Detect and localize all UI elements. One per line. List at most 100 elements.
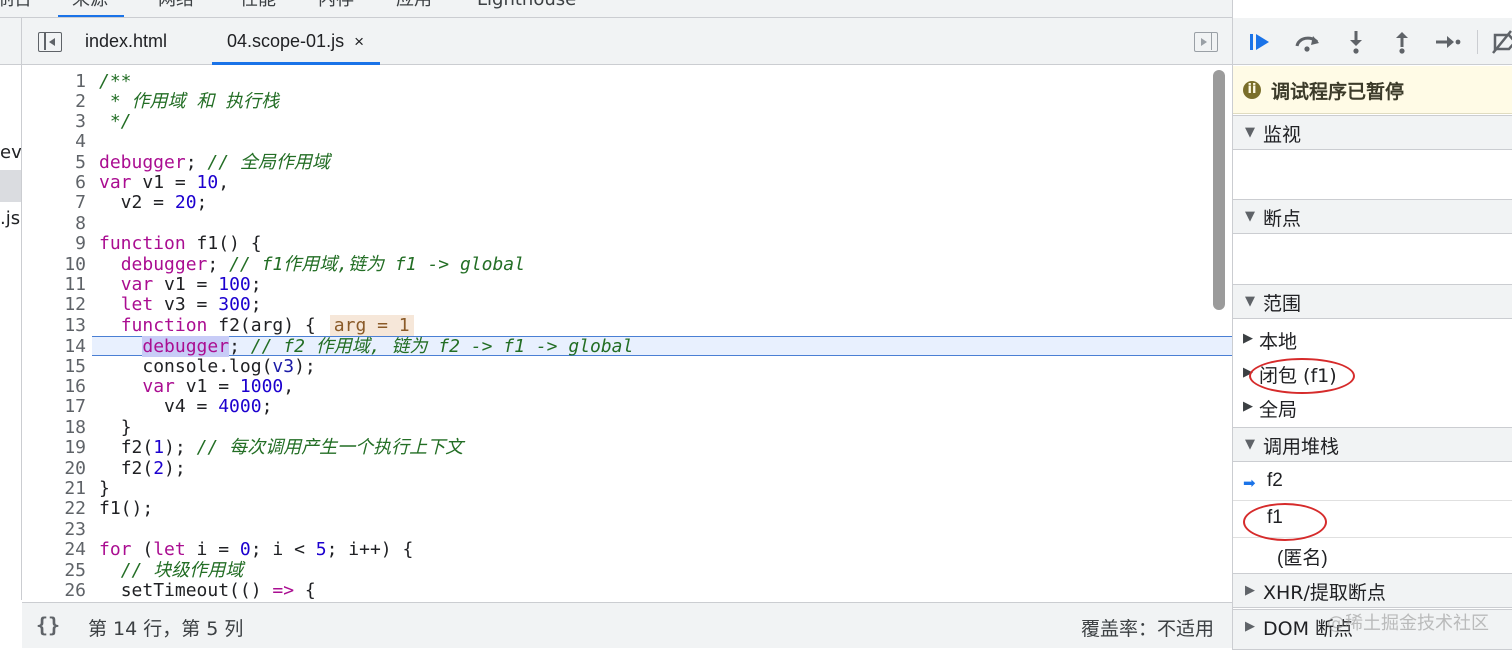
tab-sources[interactable]: 来源 <box>72 0 108 12</box>
code-line: 7 v2 = 20; <box>75 192 208 213</box>
coverage-status: 覆盖率：不适用 <box>1080 618 1214 640</box>
call-frame-f2[interactable]: ➡ f2 <box>1233 465 1512 501</box>
status-bar: {} 第 14 行，第 5 列 覆盖率：不适用 <box>22 602 1232 648</box>
collapsed-arrow-icon: ▶ <box>1243 331 1253 346</box>
tab-index-html[interactable]: index.html <box>85 18 167 65</box>
pretty-print-button[interactable]: {} <box>36 613 60 637</box>
step-into-icon <box>1350 31 1362 54</box>
code-line: 12 let v3 = 300; <box>64 294 262 315</box>
code-line: 22 f1(); <box>64 498 154 519</box>
tab-network[interactable]: 网络 <box>158 0 194 12</box>
resume-icon <box>1250 34 1269 50</box>
code-line: 11 var v1 = 100; <box>64 274 262 295</box>
code-line: 8 <box>75 213 86 234</box>
code-line: 16 var v1 = 1000, <box>64 376 295 397</box>
call-frame-anonymous[interactable]: (匿名) <box>1233 538 1512 574</box>
collapsed-arrow-icon: ▶ <box>1243 399 1253 414</box>
scope-section-header[interactable]: ▼ 范围 <box>1233 284 1512 319</box>
toggle-navigator-icon[interactable] <box>38 32 62 52</box>
code-line: 10 debugger; // f1作用域,链为 f1 -> global <box>64 254 525 275</box>
code-line: 18 } <box>64 417 132 438</box>
close-tab-icon[interactable]: × <box>354 32 364 51</box>
annotation-circle <box>1249 358 1355 394</box>
debugger-toolbar <box>1233 18 1512 65</box>
step-icon <box>1436 36 1461 48</box>
expand-arrow-icon: ▼ <box>1245 125 1255 140</box>
navigator-header <box>0 18 21 65</box>
expand-arrow-icon: ▼ <box>1245 437 1255 452</box>
panel-tabs: 制台 来源 网络 性能 内存 应用 Lighthouse <box>0 0 1232 18</box>
step-out-button[interactable] <box>1387 28 1417 56</box>
code-line: 13 function f2(arg) {arg = 1 <box>22 315 1232 336</box>
step-into-button[interactable] <box>1341 28 1371 56</box>
call-stack-section-header[interactable]: ▼ 调用堆栈 <box>1233 427 1512 462</box>
watermark: @稀土掘金技术社区 <box>1327 613 1489 634</box>
call-stack-label: 调用堆栈 <box>1263 436 1340 458</box>
navigator-item[interactable]: ev <box>0 142 21 163</box>
step-out-icon <box>1396 32 1408 54</box>
code-line: 17 v4 = 4000; <box>64 396 273 417</box>
code-line: 20 f2(2); <box>64 458 186 479</box>
code-line: 25 // 块级作用域 <box>64 560 244 581</box>
collapsed-arrow-icon: ▶ <box>1245 583 1255 598</box>
code-line: 5 debugger; // 全局作用域 <box>75 152 330 173</box>
code-line: 2 * 作用域 和 执行栈 <box>75 91 280 112</box>
annotation-circle <box>1243 503 1327 541</box>
deactivate-breakpoints-button[interactable] <box>1489 28 1512 56</box>
step-over-button[interactable] <box>1293 28 1323 56</box>
editor-tabs: index.html 04.scope-01.js × <box>22 18 1232 65</box>
toolbar-divider <box>1477 30 1478 54</box>
toggle-debugger-sidebar-icon[interactable] <box>1194 32 1218 52</box>
tab-console[interactable]: 制台 <box>0 0 32 12</box>
watch-section-header[interactable]: ▼ 监视 <box>1233 115 1512 150</box>
resume-button[interactable] <box>1245 28 1275 56</box>
tab-lighthouse[interactable]: Lighthouse <box>477 0 576 12</box>
code-editor[interactable]: 1/** 2 * 作用域 和 执行栈 3 */ 4 5 debugger; // … <box>22 66 1232 602</box>
xhr-breakpoints-section-header[interactable]: ▶ XHR/提取断点 <box>1233 573 1512 608</box>
code-line: 26 setTimeout(() => { <box>64 580 316 601</box>
paused-banner: ii 调试程序已暂停 <box>1233 66 1512 114</box>
code-line: 4 <box>75 131 86 152</box>
paused-message: 调试程序已暂停 <box>1271 81 1405 103</box>
expand-arrow-icon: ▼ <box>1245 209 1255 224</box>
code-line: 15 console.log(v3); <box>64 356 316 377</box>
tab-performance[interactable]: 性能 <box>240 0 276 12</box>
step-button[interactable] <box>1433 28 1463 56</box>
info-icon: ii <box>1243 81 1261 99</box>
debugger-sidebar: ii 调试程序已暂停 ▼ 监视 ▼ 断点 ▼ 范围 ▶ 本地 ▶ 闭包 (f1)… <box>1232 0 1512 650</box>
navigator-item[interactable]: .js <box>0 208 20 229</box>
breakpoints-section-header[interactable]: ▼ 断点 <box>1233 199 1512 234</box>
cursor-position: 第 14 行，第 5 列 <box>88 618 244 640</box>
tab-application[interactable]: 应用 <box>396 0 432 12</box>
file-navigator: ev .js <box>0 18 22 600</box>
code-line: 3 */ <box>75 111 132 132</box>
scope-label: 范围 <box>1263 293 1302 315</box>
navigator-selected-row[interactable] <box>0 170 21 202</box>
step-over-icon <box>1295 36 1319 52</box>
current-statement: debugger <box>142 336 230 357</box>
code-line: 9 function f1() { <box>75 233 262 254</box>
expand-arrow-icon: ▼ <box>1245 294 1255 309</box>
scope-global[interactable]: ▶ 全局 <box>1233 391 1512 425</box>
code-line: 6 var v1 = 10, <box>75 172 230 193</box>
code-line: 23 <box>64 519 86 540</box>
scope-local[interactable]: ▶ 本地 <box>1233 323 1512 357</box>
tab-memory[interactable]: 内存 <box>318 0 354 12</box>
watch-content <box>1233 151 1512 199</box>
code-line: 19 f2(1); // 每次调用产生一个执行上下文 <box>64 437 464 458</box>
code-line: 24 for (let i = 0; i < 5; i++) { <box>64 539 414 560</box>
watch-label: 监视 <box>1263 124 1302 146</box>
xhr-breakpoints-label: XHR/提取断点 <box>1263 582 1386 604</box>
breakpoints-label: 断点 <box>1263 208 1302 230</box>
code-line: 1/** <box>75 71 132 92</box>
code-line: 21} <box>64 478 110 499</box>
editor-scrollbar[interactable] <box>1213 70 1225 310</box>
paused-execution-line: 14 debugger; // f2 作用域, 链为 f2 -> f1 -> g… <box>64 336 1232 357</box>
inline-value: arg = 1 <box>329 315 414 336</box>
breakpoints-content <box>1233 235 1512 284</box>
tab-scope-label: 04.scope-01.js <box>227 31 345 51</box>
deactivate-breakpoints-icon <box>1492 30 1512 54</box>
current-frame-arrow-icon: ➡ <box>1243 474 1256 492</box>
collapsed-arrow-icon: ▶ <box>1245 619 1255 634</box>
tab-scope-js[interactable]: 04.scope-01.js × <box>212 18 381 65</box>
